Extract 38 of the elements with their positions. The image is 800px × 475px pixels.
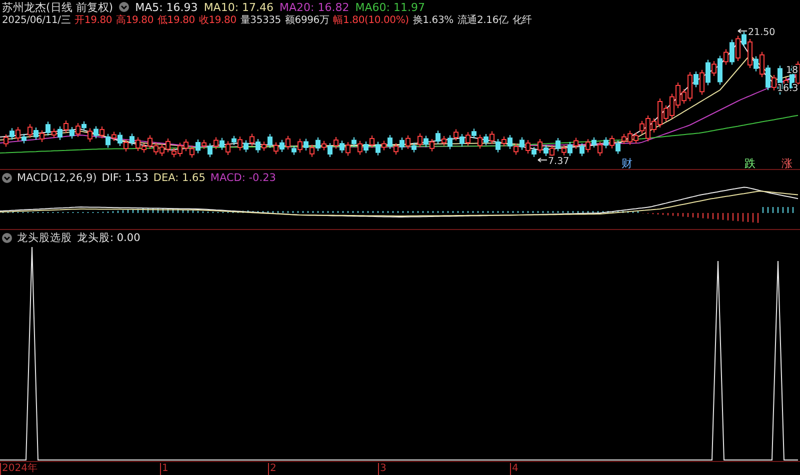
ma-value: MA60: 11.97 (355, 0, 425, 14)
price-label: 21.50 (748, 27, 776, 38)
axis-label: 1 (160, 463, 168, 475)
price-label: 18 (786, 65, 798, 76)
collapse-icon[interactable] (2, 172, 12, 182)
collapse-icon[interactable] (2, 232, 12, 242)
quote-value: 收19.80 (198, 14, 236, 25)
indicator-title: MACD(12,26,9) (17, 172, 97, 184)
ma-value: MA5: 16.93 (135, 0, 198, 14)
indicator-value: 龙头股: 0.00 (77, 230, 140, 244)
collapse-icon[interactable] (119, 2, 130, 12)
axis-label: 4 (510, 463, 518, 475)
indicator-title: 龙头股选股 (17, 230, 72, 244)
axis-label: 2024年 (0, 463, 38, 475)
quote-value: 2025/06/11/三 (2, 14, 71, 25)
quote-value: 量35335 (240, 14, 281, 25)
stock-title: 苏州龙杰(日线 前复权) (2, 0, 114, 14)
quote-value: 低19.80 (157, 14, 195, 25)
indicator-value: DIF: 1.53 (102, 172, 148, 184)
indicator-value: DEA: 1.65 (153, 172, 206, 184)
price-label: 7.37 (548, 156, 570, 167)
event-marker[interactable]: 跌 (744, 157, 756, 169)
event-marker[interactable]: 财 (622, 157, 632, 169)
arrow-icon (538, 158, 548, 162)
axis-label: 2 (268, 463, 276, 475)
indicator-value: MACD: -0.23 (210, 172, 276, 184)
quote-value: 换1.63% (412, 14, 454, 25)
ma-value: MA20: 16.82 (280, 0, 350, 14)
axis-label: 3 (378, 463, 386, 475)
ma-value: MA10: 17.46 (204, 0, 274, 14)
event-marker[interactable]: 涨 (782, 157, 792, 169)
quote-value: 开19.80 (74, 14, 112, 25)
arrow-icon (738, 28, 748, 34)
quote-value: 幅1.80(10.00%) (333, 14, 409, 25)
quote-value: 额6996万 (284, 14, 330, 25)
quote-value: 化纤 (512, 14, 532, 25)
quote-value: 流通2.16亿 (457, 14, 508, 25)
quote-value: 高19.80 (116, 14, 154, 25)
